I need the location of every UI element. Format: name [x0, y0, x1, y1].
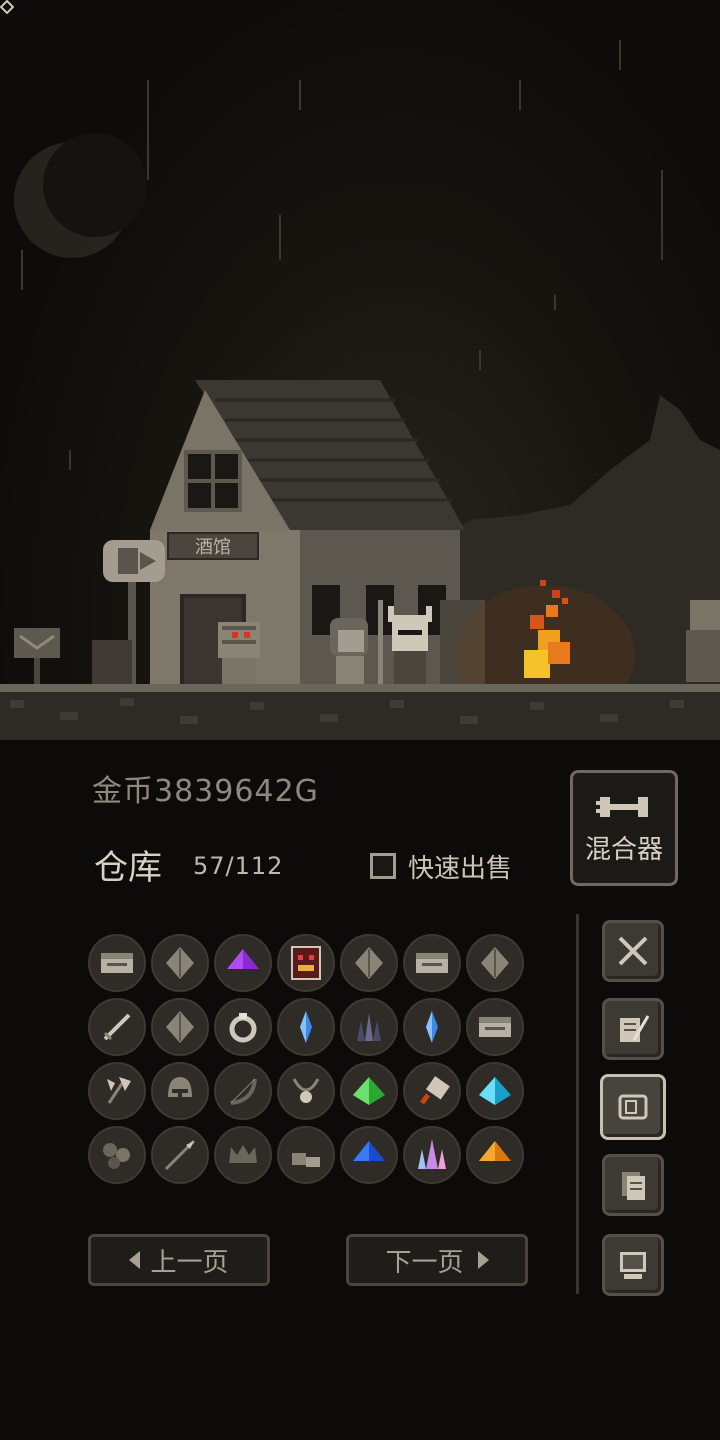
inventory-slot[interactable] — [403, 934, 461, 992]
scroll-chest-icon — [479, 1017, 511, 1037]
storage-count: 57/112 — [193, 852, 284, 880]
map-scroll-icon — [618, 1094, 648, 1120]
sword-icon — [103, 1013, 131, 1041]
quill-scroll-icon — [620, 1015, 650, 1042]
inventory-slot[interactable] — [466, 1062, 524, 1120]
dark-crystal-icon — [357, 1013, 381, 1041]
tavern-building: 酒馆 — [150, 380, 485, 688]
inventory-slot[interactable] — [340, 1126, 398, 1184]
mixer-button[interactable]: 混合器 — [570, 770, 678, 886]
inventory-slot[interactable] — [466, 1126, 524, 1184]
moon — [14, 133, 147, 258]
prev-page-button[interactable]: 上一页 — [88, 1234, 270, 1286]
bow-icon — [230, 1078, 257, 1105]
inventory-slot[interactable] — [151, 1062, 209, 1120]
tab-storage[interactable] — [600, 1074, 666, 1140]
quick-sell-checkbox[interactable] — [370, 853, 396, 879]
inventory-slot[interactable] — [88, 1126, 146, 1184]
inventory-slot[interactable] — [214, 998, 272, 1056]
cyan-gem-icon — [479, 1077, 511, 1105]
green-gem-icon — [353, 1077, 385, 1105]
inventory-slot[interactable] — [151, 1126, 209, 1184]
axe-icon — [107, 1077, 131, 1104]
boots-icon — [292, 1153, 320, 1167]
crown-icon — [229, 1145, 257, 1163]
inventory-slot[interactable] — [151, 934, 209, 992]
blue-crystal-icon — [426, 1011, 438, 1043]
leaf-seed-icon — [166, 1011, 194, 1043]
inventory-slot[interactable] — [340, 998, 398, 1056]
cleaver-icon — [420, 1076, 450, 1105]
inventory-slot[interactable] — [340, 1062, 398, 1120]
next-page-label: 下一页 — [385, 1247, 464, 1278]
spear-icon — [164, 1139, 196, 1171]
quick-sell-toggle[interactable]: 快速出售 — [370, 848, 512, 884]
tab-equipment[interactable] — [602, 920, 664, 982]
gold-counter: 金币3839642G — [92, 774, 319, 809]
blue-gem-icon — [353, 1141, 385, 1161]
monster-card-icon — [291, 946, 321, 980]
tab-quests[interactable] — [602, 998, 664, 1060]
tab-system[interactable] — [602, 1234, 664, 1296]
inventory-slot[interactable] — [277, 998, 335, 1056]
inventory-slot[interactable] — [88, 934, 146, 992]
quick-sell-label: 快速出售 — [408, 853, 513, 884]
inventory-slot[interactable] — [88, 998, 146, 1056]
panel-divider — [576, 914, 579, 1294]
inventory-slot[interactable] — [88, 1062, 146, 1120]
documents-icon — [622, 1172, 645, 1200]
prev-page-label: 上一页 — [150, 1247, 229, 1278]
tab-documents[interactable] — [602, 1154, 664, 1216]
next-page-button[interactable]: 下一页 — [346, 1234, 528, 1286]
inventory-slot[interactable] — [403, 1062, 461, 1120]
connector-icon — [596, 796, 648, 817]
inventory-slot[interactable] — [403, 998, 461, 1056]
helmet-icon — [168, 1077, 192, 1103]
inventory-slot[interactable] — [214, 1126, 272, 1184]
ring-icon — [229, 1013, 257, 1043]
inventory-slot[interactable] — [214, 1062, 272, 1120]
inventory-slot[interactable] — [340, 934, 398, 992]
arrow-right-icon — [477, 1251, 489, 1269]
tavern-sign-text: 酒馆 — [195, 537, 231, 558]
leaf-seed-icon — [166, 947, 194, 979]
inventory-slot[interactable] — [214, 934, 272, 992]
game-scene: 酒馆 — [0, 0, 720, 740]
stones-icon — [103, 1143, 130, 1169]
purple-gem-icon — [227, 949, 259, 969]
inventory-slot[interactable] — [466, 998, 524, 1056]
scroll-chest-icon — [101, 953, 133, 973]
side-character — [686, 600, 720, 682]
inventory-slot[interactable] — [151, 998, 209, 1056]
orange-gem-icon — [479, 1141, 511, 1161]
inventory-slot[interactable] — [403, 1126, 461, 1184]
crossed-swords-icon — [618, 936, 648, 966]
status-diamond-icon — [0, 0, 14, 14]
inventory-slot[interactable] — [277, 934, 335, 992]
arrow-left-icon — [129, 1251, 141, 1269]
pink-crystal-icon — [418, 1139, 446, 1169]
inventory-slot[interactable] — [277, 1126, 335, 1184]
inventory-slot[interactable] — [466, 934, 524, 992]
leaf-seed-icon — [481, 947, 509, 979]
scene-art: 酒馆 — [0, 40, 720, 740]
storage-title: 仓库 — [94, 848, 162, 888]
inventory-slot[interactable] — [277, 1062, 335, 1120]
mummy-character — [218, 622, 260, 684]
mixer-label: 混合器 — [584, 834, 663, 865]
scroll-chest-icon — [416, 953, 448, 973]
blue-crystal-icon — [300, 1011, 312, 1043]
mailbox — [14, 628, 60, 686]
leaf-seed-icon — [355, 947, 383, 979]
necklace-icon — [292, 1078, 320, 1103]
computer-icon — [620, 1252, 646, 1279]
